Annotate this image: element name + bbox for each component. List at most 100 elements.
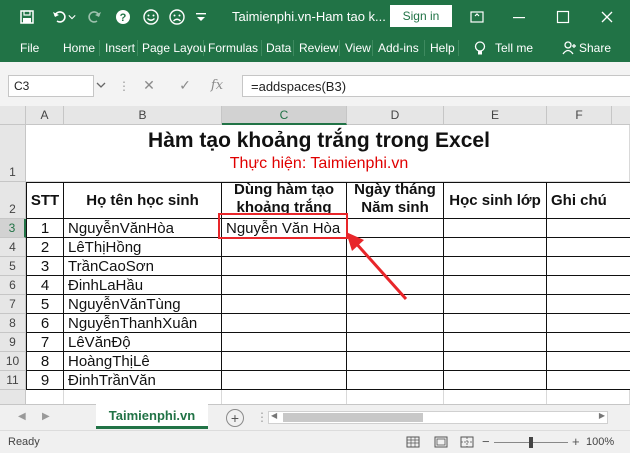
header-note[interactable]: Ghi chú xyxy=(547,182,630,219)
row-header-10[interactable]: 10 xyxy=(0,352,26,371)
row-header-11[interactable]: 11 xyxy=(0,371,26,390)
cell[interactable] xyxy=(547,352,630,371)
maximize-icon[interactable] xyxy=(552,6,574,28)
scroll-thumb[interactable] xyxy=(283,413,423,422)
close-icon[interactable] xyxy=(596,6,618,28)
cell[interactable] xyxy=(547,295,630,314)
cell[interactable] xyxy=(547,219,630,238)
row-header-3[interactable]: 3 xyxy=(0,219,26,238)
scroll-left-icon[interactable]: ◀ xyxy=(271,411,277,420)
tab-review[interactable]: Review xyxy=(299,41,338,55)
cell[interactable] xyxy=(444,257,547,276)
cell[interactable] xyxy=(347,219,444,238)
cell[interactable] xyxy=(347,333,444,352)
row-header-7[interactable]: 7 xyxy=(0,295,26,314)
cell[interactable] xyxy=(547,276,630,295)
cell-spaces[interactable] xyxy=(222,371,347,390)
cell-name[interactable]: LêThịHồng xyxy=(64,238,222,257)
add-sheet-button[interactable]: + xyxy=(226,409,244,427)
column-header-g[interactable] xyxy=(612,106,630,125)
cell[interactable] xyxy=(444,219,547,238)
next-sheet-icon[interactable]: ▶ xyxy=(42,411,54,423)
name-box-dropdown-icon[interactable] xyxy=(96,80,106,90)
minimize-icon[interactable] xyxy=(508,6,530,28)
cell[interactable] xyxy=(444,314,547,333)
cell-name[interactable]: HoàngThịLê xyxy=(64,352,222,371)
cell[interactable] xyxy=(444,295,547,314)
cell-stt[interactable]: 9 xyxy=(26,371,64,390)
share-button[interactable]: Share xyxy=(579,41,611,55)
tab-data[interactable]: Data xyxy=(266,41,291,55)
cell-stt[interactable]: 8 xyxy=(26,352,64,371)
tab-file[interactable]: File xyxy=(20,41,39,55)
cell[interactable] xyxy=(347,314,444,333)
cell-stt[interactable]: 3 xyxy=(26,257,64,276)
cell[interactable] xyxy=(547,371,630,390)
header-dob[interactable]: Ngày tháng Năm sinh xyxy=(347,182,444,219)
horizontal-scrollbar[interactable]: ◀ ▶ xyxy=(268,411,608,424)
cell-stt[interactable]: 6 xyxy=(26,314,64,333)
column-header-c[interactable]: C xyxy=(222,106,347,125)
row-header-8[interactable]: 8 xyxy=(0,314,26,333)
header-name[interactable]: Họ tên học sinh xyxy=(64,182,222,219)
row-header-4[interactable]: 4 xyxy=(0,238,26,257)
name-box[interactable]: C3 xyxy=(8,75,94,97)
row-header-1[interactable]: 1 xyxy=(0,125,26,182)
row-header-5[interactable]: 5 xyxy=(0,257,26,276)
cell[interactable] xyxy=(347,238,444,257)
cell-stt[interactable]: 7 xyxy=(26,333,64,352)
cell[interactable] xyxy=(444,238,547,257)
column-header-b[interactable]: B xyxy=(64,106,222,125)
zoom-in-button[interactable]: + xyxy=(572,434,580,449)
cell[interactable] xyxy=(64,390,222,404)
column-header-e[interactable]: E xyxy=(444,106,547,125)
cancel-icon[interactable]: ✕ xyxy=(140,76,158,94)
zoom-slider-knob[interactable] xyxy=(529,437,533,448)
cell[interactable] xyxy=(444,352,547,371)
cell-spaces[interactable] xyxy=(222,352,347,371)
customize-toolbar-icon[interactable] xyxy=(190,6,212,28)
cell-spaces[interactable] xyxy=(222,295,347,314)
header-class[interactable]: Học sinh lớp xyxy=(444,182,547,219)
ribbon-display-icon[interactable] xyxy=(466,6,488,28)
cell[interactable] xyxy=(547,333,630,352)
tab-insert[interactable]: Insert xyxy=(105,41,135,55)
normal-view-icon[interactable] xyxy=(406,436,420,448)
row-header-9[interactable]: 9 xyxy=(0,333,26,352)
cell[interactable] xyxy=(347,295,444,314)
prev-sheet-icon[interactable]: ◀ xyxy=(18,411,30,423)
cell-spaces[interactable] xyxy=(222,257,347,276)
lightbulb-icon[interactable] xyxy=(472,40,488,56)
cell[interactable] xyxy=(547,314,630,333)
cell-name[interactable]: TrầnCaoSơn xyxy=(64,257,222,276)
cell[interactable] xyxy=(347,257,444,276)
cell-name[interactable]: ĐinhTrầnVăn xyxy=(64,371,222,390)
redo-icon[interactable] xyxy=(84,6,106,28)
cell-stt[interactable]: 2 xyxy=(26,238,64,257)
row-header-6[interactable]: 6 xyxy=(0,276,26,295)
scroll-right-icon[interactable]: ▶ xyxy=(599,411,605,420)
enter-icon[interactable]: ✓ xyxy=(176,76,194,94)
zoom-out-button[interactable]: − xyxy=(482,434,490,449)
cell[interactable] xyxy=(444,390,547,404)
cell-spaces[interactable] xyxy=(222,314,347,333)
tell-me-search[interactable]: Tell me xyxy=(495,41,533,55)
sheet-tab-active[interactable]: Taimienphi.vn xyxy=(96,404,208,429)
sign-in-button[interactable]: Sign in xyxy=(390,5,452,27)
column-header-a[interactable]: A xyxy=(26,106,64,125)
tab-page-layout[interactable]: Page Layou xyxy=(142,41,206,55)
cell[interactable] xyxy=(547,257,630,276)
cell-stt[interactable]: 1 xyxy=(26,219,64,238)
page-layout-view-icon[interactable] xyxy=(434,436,448,448)
select-all-corner[interactable] xyxy=(0,106,26,125)
cell-name[interactable]: LêVănĐộ xyxy=(64,333,222,352)
cell[interactable] xyxy=(26,390,64,404)
smile-icon[interactable] xyxy=(140,6,162,28)
cell[interactable] xyxy=(547,238,630,257)
column-header-f[interactable]: F xyxy=(547,106,612,125)
frown-icon[interactable] xyxy=(166,6,188,28)
undo-dropdown-icon[interactable] xyxy=(66,6,78,28)
tab-formulas[interactable]: Formulas xyxy=(208,41,258,55)
insert-function-icon[interactable]: fx xyxy=(208,76,226,94)
column-header-d[interactable]: D xyxy=(347,106,444,125)
